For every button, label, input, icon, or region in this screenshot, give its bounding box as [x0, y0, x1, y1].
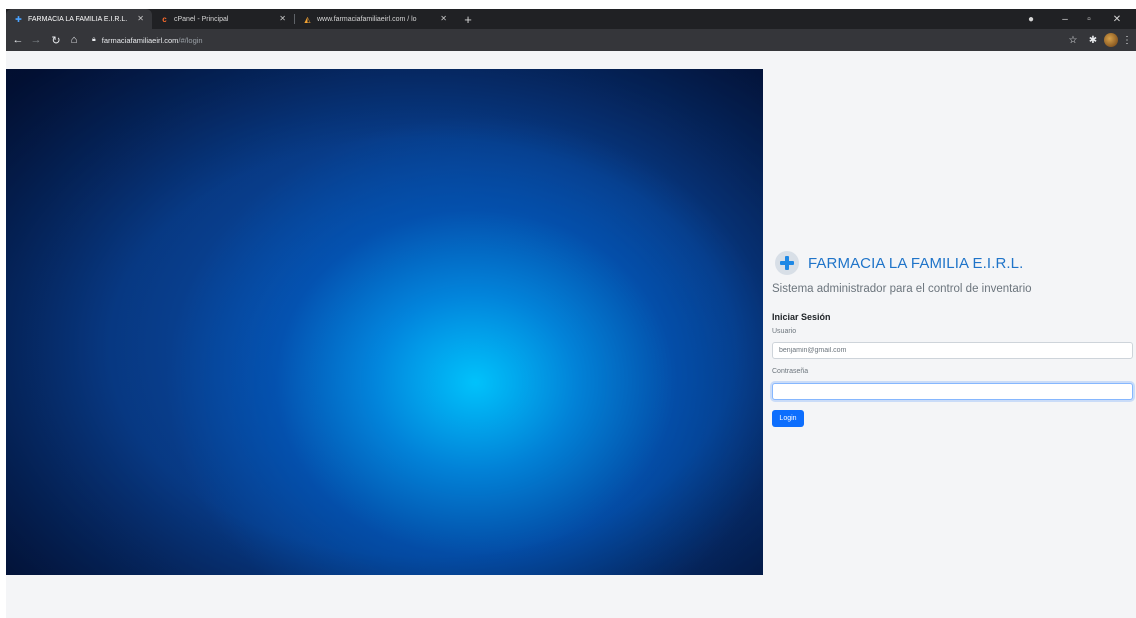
close-window-icon[interactable]: ✕	[1110, 11, 1124, 27]
close-icon[interactable]: ✕	[440, 14, 447, 23]
tab-farmacia[interactable]: ✚ FARMACIA LA FAMILIA E.I.R.L. ✕	[6, 9, 152, 29]
forward-icon[interactable]: →	[28, 32, 44, 48]
hero-background-image	[6, 69, 763, 575]
restore-icon[interactable]: ▫	[1082, 11, 1096, 27]
new-tab-icon[interactable]: +	[460, 11, 476, 27]
brand-subtitle: Sistema administrador para el control de…	[772, 283, 1032, 295]
close-icon[interactable]: ✕	[137, 14, 144, 23]
tab-title: www.farmaciafamiliaeirl.com / lo	[317, 15, 417, 23]
browser-tab-strip: ✚ FARMACIA LA FAMILIA E.I.R.L. ✕ c cPane…	[6, 9, 1136, 29]
address-bar[interactable]: 🔒︎ farmaciafamiliaeirl.com/#/login	[92, 32, 1062, 48]
home-icon[interactable]: ⌂	[66, 32, 82, 48]
bookmark-star-icon[interactable]: ☆	[1066, 32, 1080, 48]
lock-icon: 🔒︎	[92, 36, 96, 43]
close-icon[interactable]: ✕	[279, 14, 286, 23]
record-icon[interactable]: ●	[1024, 11, 1038, 27]
login-heading: Iniciar Sesión	[772, 312, 831, 322]
cpanel-icon: c	[162, 14, 167, 24]
url-path: /#/login	[178, 35, 203, 45]
tab-cpanel[interactable]: c cPanel - Principal ✕	[152, 9, 294, 29]
profile-avatar-icon[interactable]	[1103, 32, 1119, 48]
login-button[interactable]: Login	[772, 410, 804, 427]
brand-title: FARMACIA LA FAMILIA E.I.R.L.	[808, 254, 1024, 272]
reload-icon[interactable]: ↻	[48, 32, 64, 48]
phpmyadmin-icon: ◭	[304, 14, 311, 24]
back-icon[interactable]: ←	[10, 32, 26, 48]
password-label: Contraseña	[772, 368, 809, 375]
pharmacy-cross-logo-icon	[775, 251, 799, 275]
password-input[interactable]	[772, 383, 1133, 400]
user-input[interactable]	[772, 342, 1133, 359]
tab-title: FARMACIA LA FAMILIA E.I.R.L.	[28, 15, 128, 23]
extensions-puzzle-icon[interactable]: ✱	[1086, 32, 1100, 48]
user-label: Usuario	[772, 328, 797, 335]
tab-phpmyadmin[interactable]: ◭ www.farmaciafamiliaeirl.com / lo ✕	[295, 9, 455, 29]
tab-title: cPanel - Principal	[174, 15, 229, 23]
browser-toolbar: ← → ↻ ⌂ 🔒︎ farmaciafamiliaeirl.com/#/log…	[6, 29, 1136, 51]
plus-cross-icon: ✚	[15, 14, 22, 24]
url-host: farmaciafamiliaeirl.com	[101, 35, 179, 45]
brand-header: FARMACIA LA FAMILIA E.I.R.L.	[775, 251, 1023, 275]
page-content: FARMACIA LA FAMILIA E.I.R.L. Sistema adm…	[6, 51, 1136, 618]
minimize-icon[interactable]: –	[1058, 11, 1072, 27]
menu-kebab-icon[interactable]: ⋮	[1122, 32, 1132, 48]
